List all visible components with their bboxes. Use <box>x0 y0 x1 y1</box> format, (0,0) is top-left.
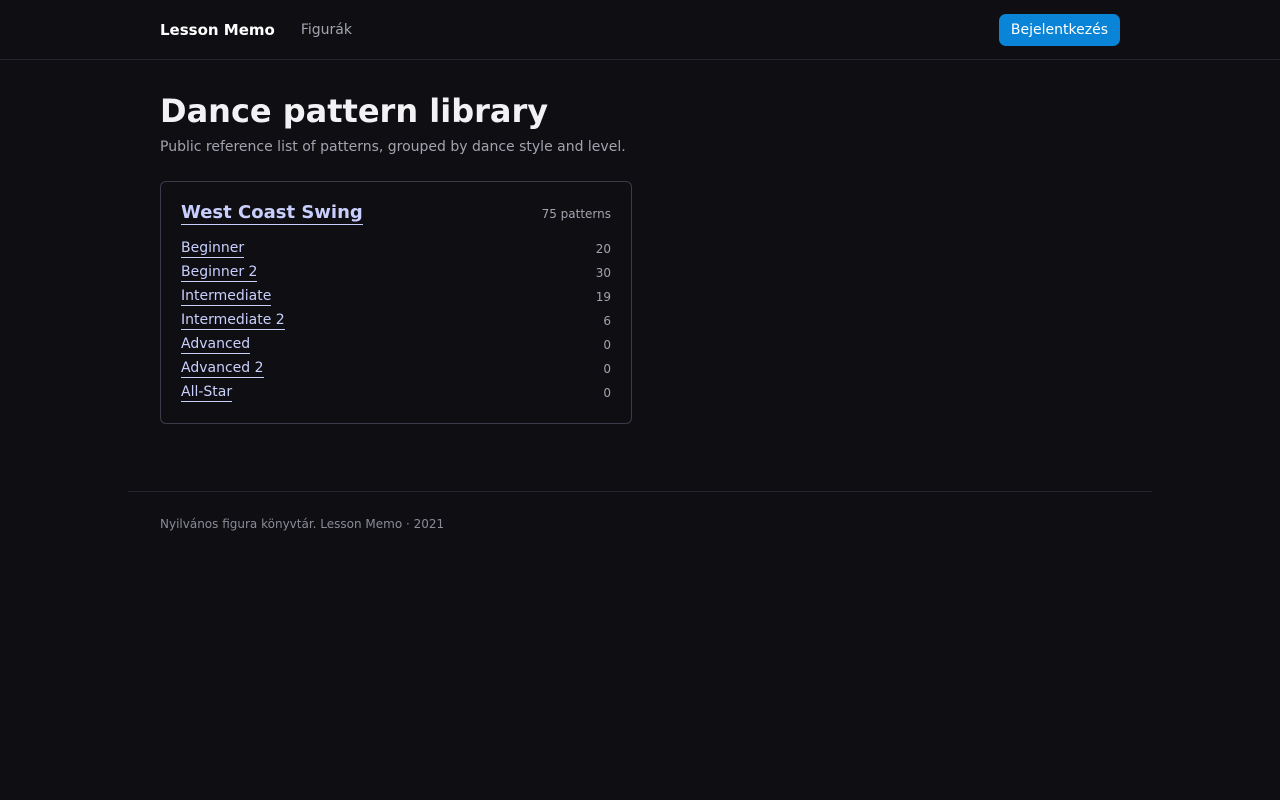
top-navbar: Lesson Memo Figurák Bejelentkezés <box>0 0 1280 60</box>
level-count: 20 <box>595 242 611 256</box>
main-content: Dance pattern library Public reference l… <box>160 60 1120 424</box>
footer-text: Nyilvános figura könyvtár. Lesson Memo ·… <box>160 517 445 531</box>
dance-style-link[interactable]: West Coast Swing <box>181 202 363 225</box>
level-link-advanced-2[interactable]: Advanced 2 <box>181 360 264 378</box>
nav-link-figures[interactable]: Figurák <box>301 22 352 38</box>
level-link-advanced[interactable]: Advanced <box>181 336 251 354</box>
level-row: Intermediate 19 <box>181 285 611 309</box>
level-link-intermediate[interactable]: Intermediate <box>181 288 272 306</box>
navbar-inner: Lesson Memo Figurák Bejelentkezés <box>160 0 1120 60</box>
page-subtitle: Public reference list of patterns, group… <box>160 139 626 155</box>
pattern-total-count: 75 patterns <box>541 207 611 221</box>
level-count: 0 <box>603 362 611 376</box>
level-count: 6 <box>603 314 611 328</box>
level-count: 0 <box>603 338 611 352</box>
level-row: Intermediate 2 6 <box>181 309 611 333</box>
level-link-beginner[interactable]: Beginner <box>181 240 245 258</box>
level-link-intermediate-2[interactable]: Intermediate 2 <box>181 312 285 330</box>
level-row: Advanced 0 <box>181 333 611 357</box>
level-row: Beginner 20 <box>181 237 611 261</box>
level-row: All-Star 0 <box>181 381 611 405</box>
dance-style-card-header: West Coast Swing 75 patterns <box>181 202 611 225</box>
level-row: Beginner 2 30 <box>181 261 611 285</box>
level-link-all-star[interactable]: All-Star <box>181 384 233 402</box>
page-footer: Nyilvános figura könyvtár. Lesson Memo ·… <box>128 491 1152 531</box>
level-count: 19 <box>595 290 611 304</box>
page-title: Dance pattern library <box>160 92 549 130</box>
dance-style-card: West Coast Swing 75 patterns Beginner 20… <box>160 181 632 424</box>
level-count: 30 <box>595 266 611 280</box>
level-row: Advanced 2 0 <box>181 357 611 381</box>
level-link-beginner-2[interactable]: Beginner 2 <box>181 264 258 282</box>
login-button[interactable]: Bejelentkezés <box>998 14 1120 46</box>
brand-logo-link[interactable]: Lesson Memo <box>160 21 275 39</box>
level-count: 0 <box>603 386 611 400</box>
